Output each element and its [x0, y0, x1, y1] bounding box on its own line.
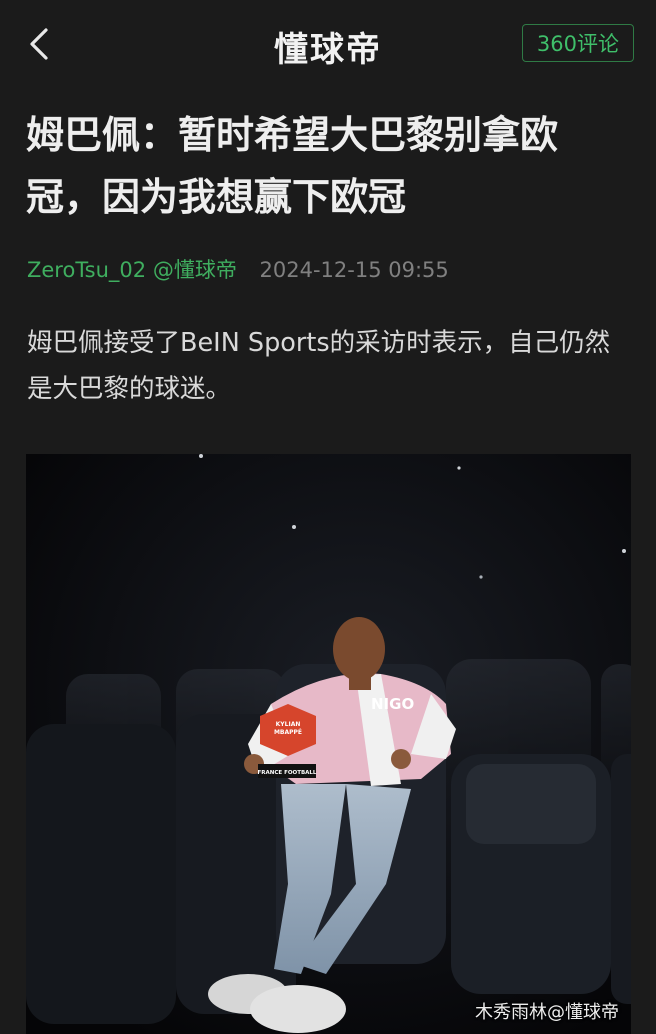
article-photo[interactable]: NIGO KYLIAN MBAPPÉ FRANCE FOOTBALL 木秀雨林@…	[26, 454, 631, 1034]
trophy-line-1: KYLIAN	[276, 721, 301, 728]
photo-illustration: NIGO KYLIAN MBAPPÉ FRANCE FOOTBALL	[26, 454, 631, 1034]
article-title: 姆巴佩：暂时希望大巴黎别拿欧冠，因为我想赢下欧冠	[26, 113, 559, 219]
jacket-logo-text: NIGO	[371, 695, 414, 713]
author-link[interactable]: ZeroTsu_02 @懂球帝	[27, 258, 237, 282]
publish-date: 2024-12-15 09:55	[259, 258, 449, 282]
trophy-base-text: FRANCE FOOTBALL	[258, 770, 317, 776]
image-watermark: 木秀雨林@懂球帝	[475, 1002, 619, 1023]
comments-button[interactable]: 360评论	[521, 24, 634, 62]
article-paragraph: 姆巴佩接受了BeIN Sports的采访时表示，自己仍然是大巴黎的球迷。	[27, 328, 611, 404]
trophy-line-2: MBAPPÉ	[274, 728, 302, 736]
article-meta: ZeroTsu_02 @懂球帝 2024-12-15 09:55	[27, 254, 449, 284]
top-bar: 懂球帝 360评论	[0, 0, 656, 88]
article-page: { "header": { "back_icon": "chevron-left…	[0, 0, 656, 1034]
